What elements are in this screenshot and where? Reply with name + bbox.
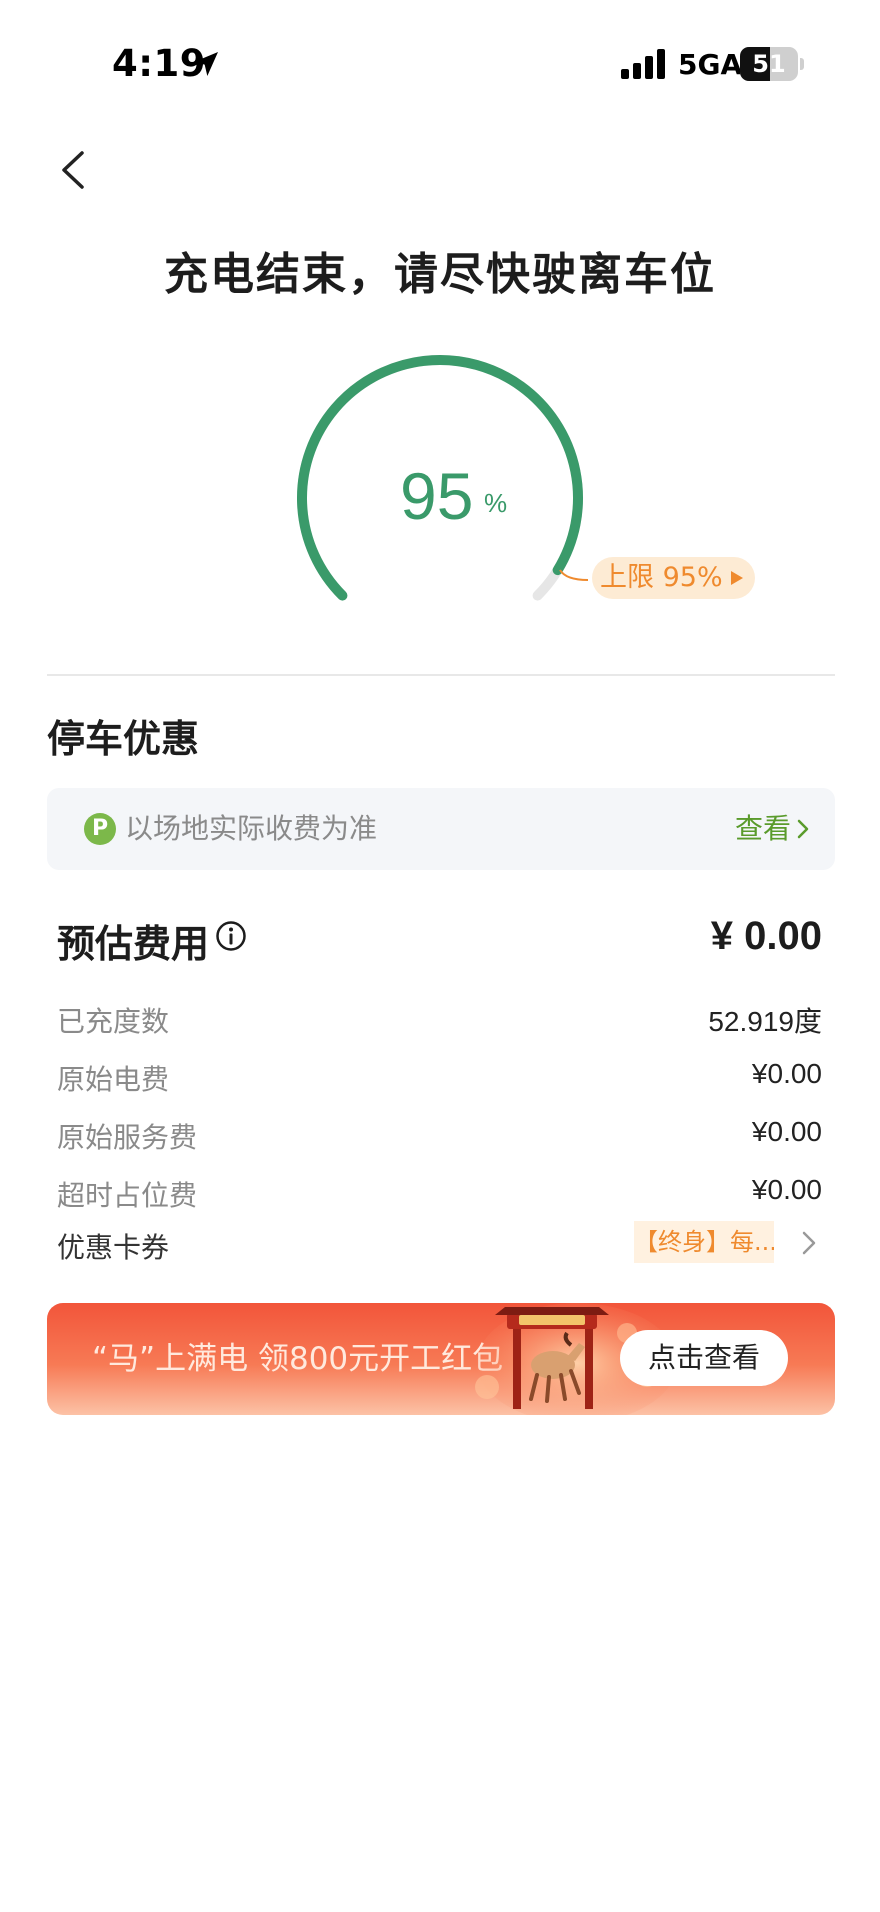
chevron-right-icon[interactable]	[800, 1230, 818, 1256]
charge-limit-label: 上限 95%	[600, 562, 723, 593]
service-fee-value: ¥0.00	[751, 1116, 822, 1147]
charge-limit-tag[interactable]: 上限 95%	[592, 557, 755, 599]
chevron-right-icon	[797, 819, 809, 839]
parking-section-title: 停车优惠	[47, 717, 200, 761]
estimated-fee-title: 预估费用	[57, 922, 210, 966]
divider	[47, 674, 835, 676]
view-link[interactable]: 查看	[735, 788, 791, 870]
back-button[interactable]	[50, 145, 100, 195]
promo-text: “马”上满电 领800元开工红包	[92, 1341, 504, 1377]
limit-leader-line	[559, 569, 589, 581]
coupon-label: 优惠卡券	[57, 1231, 170, 1264]
info-icon[interactable]	[215, 920, 247, 952]
charged-kwh-label: 已充度数	[57, 1005, 170, 1038]
overtime-fee-label: 超时占位费	[57, 1179, 198, 1212]
play-triangle-icon	[730, 571, 743, 585]
signal-icon	[621, 49, 665, 79]
parking-notice-text: 以场地实际收费为准	[125, 812, 378, 845]
overtime-fee-value: ¥0.00	[751, 1174, 822, 1205]
location-arrow-icon	[194, 52, 218, 76]
network-label: 5GA	[678, 48, 743, 81]
parking-icon: P	[84, 813, 116, 845]
promo-view-button[interactable]: 点击查看	[620, 1330, 788, 1386]
electricity-fee-value: ¥0.00	[751, 1058, 822, 1089]
service-fee-label: 原始服务费	[57, 1121, 198, 1154]
charged-kwh-value: 52.919度	[708, 1006, 822, 1037]
battery-text: 51	[752, 50, 786, 78]
battery-icon: 51	[740, 47, 804, 81]
page-title: 充电结束，请尽快驶离车位	[164, 249, 716, 300]
charge-percent-value: 95	[400, 459, 474, 533]
parking-notice-card[interactable]: P 以场地实际收费为准 查看	[47, 788, 835, 870]
estimated-fee-total: ¥ 0.00	[710, 914, 822, 958]
coupon-tag[interactable]: 【终身】每...	[634, 1221, 774, 1263]
charge-percent-unit: %	[484, 488, 508, 518]
electricity-fee-label: 原始电费	[57, 1063, 170, 1096]
status-bar: 4:19 5GA 51	[0, 0, 880, 130]
promo-banner[interactable]: “马”上满电 领800元开工红包 点击查看	[47, 1303, 835, 1415]
